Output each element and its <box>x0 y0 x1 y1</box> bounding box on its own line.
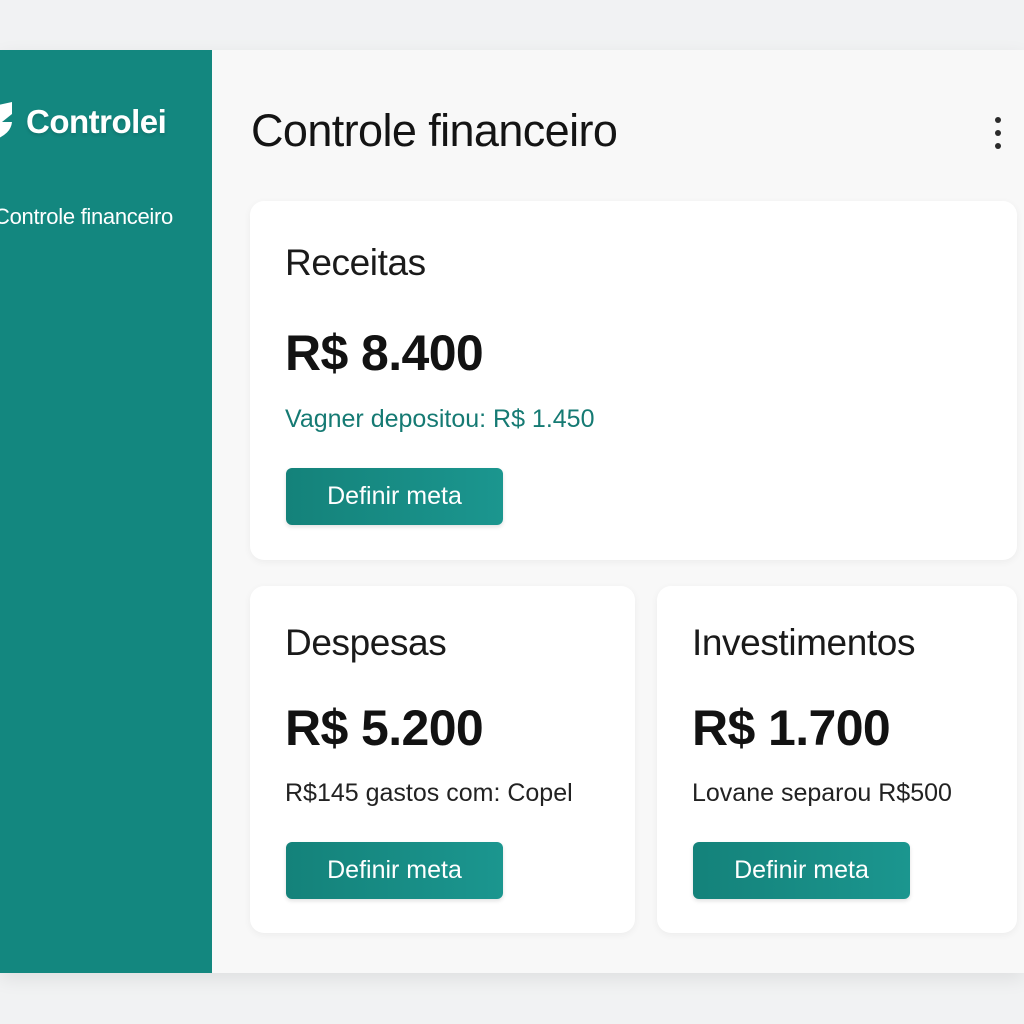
brand-logo[interactable]: Controlei <box>0 100 167 144</box>
card-title: Despesas <box>285 622 447 663</box>
sidebar-item-controle-financeiro[interactable]: Controle financeiro <box>0 204 173 230</box>
card-title: Investimentos <box>692 622 916 663</box>
card-investimentos: Investimentos R$ 1.700 Lovane separou R$… <box>657 586 1017 933</box>
definir-meta-button[interactable]: Definir meta <box>693 842 910 899</box>
definir-meta-button[interactable]: Definir meta <box>286 468 503 525</box>
app-window: Controlei Controle financeiro Controle f… <box>0 50 1024 973</box>
brand-name: Controlei <box>26 103 167 140</box>
card-note: Vagner depositou: R$ 1.450 <box>285 405 595 433</box>
card-receitas: Receitas R$ 8.400 Vagner depositou: R$ 1… <box>250 201 1017 560</box>
card-note: R$145 gastos com: Copel <box>285 779 573 807</box>
card-value: R$ 1.700 <box>692 700 891 756</box>
card-title: Receitas <box>285 242 426 283</box>
shield-icon <box>0 102 12 138</box>
definir-meta-button[interactable]: Definir meta <box>286 842 503 899</box>
sidebar: Controlei Controle financeiro <box>0 50 212 973</box>
card-note: Lovane separou R$500 <box>692 779 952 807</box>
kebab-menu-icon[interactable] <box>986 113 1010 153</box>
card-value: R$ 8.400 <box>285 325 484 381</box>
card-despesas: Despesas R$ 5.200 R$145 gastos com: Cope… <box>250 586 635 933</box>
card-value: R$ 5.200 <box>285 700 484 756</box>
page-title: Controle financeiro <box>251 105 618 156</box>
